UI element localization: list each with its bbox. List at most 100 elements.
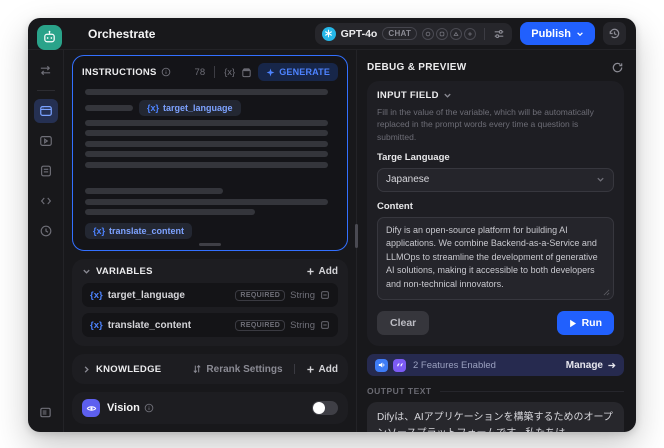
content-textarea[interactable]: Dify is an open-source platform for buil… xyxy=(377,216,614,301)
variable-row[interactable]: {x} translate_content REQUIRED String xyxy=(82,313,338,337)
eye-icon xyxy=(82,399,100,417)
plus-icon xyxy=(306,268,314,275)
top-bar: Orchestrate GPT-4o CHAT Publish xyxy=(28,18,636,50)
sidebar-item-orchestrate[interactable] xyxy=(33,99,58,123)
chevron-down-icon xyxy=(577,31,583,36)
app-switcher-icon[interactable] xyxy=(34,58,58,82)
sidebar-item-history[interactable] xyxy=(34,219,58,243)
variable-settings-icon[interactable] xyxy=(320,320,330,330)
field-label: Targe Language xyxy=(377,151,450,163)
divider xyxy=(484,27,486,40)
knowledge-section: KNOWLEDGE Rerank Settings Add xyxy=(72,354,348,384)
copy-icon[interactable] xyxy=(241,67,252,78)
features-enabled-label: 2 Features Enabled xyxy=(413,359,496,371)
redacted-text-line xyxy=(85,119,328,126)
history-icon xyxy=(609,28,620,39)
version-history-button[interactable] xyxy=(603,22,626,45)
resize-corner-icon[interactable] xyxy=(603,289,610,296)
divider xyxy=(293,364,295,374)
vision-toggle[interactable] xyxy=(312,401,338,415)
variable-chip-label: target_language xyxy=(163,102,233,113)
manage-label: Manage xyxy=(565,359,603,371)
model-mode-badge: CHAT xyxy=(382,27,418,40)
sidebar-item-logs[interactable] xyxy=(34,159,58,183)
variable-type: String xyxy=(290,289,315,301)
variables-title: VARIABLES xyxy=(96,266,153,277)
rerank-settings-button[interactable]: Rerank Settings xyxy=(192,364,283,375)
add-knowledge-button[interactable]: Add xyxy=(306,364,338,375)
output-result-card: Difyは、AIアプリケーションを構築するためのオープンソースプラットフォームで… xyxy=(367,402,624,432)
redacted-text-line xyxy=(85,209,255,215)
redacted-text-line xyxy=(85,89,328,95)
app-window: Orchestrate GPT-4o CHAT Publish INSTRUCT… xyxy=(28,18,636,432)
info-icon xyxy=(161,67,170,77)
output-text-title: OUTPUT TEXT xyxy=(367,386,432,397)
model-capability-icons xyxy=(422,27,477,40)
variable-chip[interactable]: {x} target_language xyxy=(139,99,241,116)
redacted-text-line xyxy=(85,188,223,194)
manage-features-button[interactable]: Manage xyxy=(566,360,616,371)
play-icon xyxy=(569,319,576,328)
variable-token: {x} xyxy=(90,319,103,331)
variable-name: target_language xyxy=(107,289,185,301)
capability-icon xyxy=(450,27,463,40)
variable-row[interactable]: {x} target_language REQUIRED String xyxy=(82,283,338,307)
orchestrate-panel: INSTRUCTIONS 78 {x} GENERATE {x} target_… xyxy=(64,50,356,432)
panel-resize-handle[interactable] xyxy=(355,224,358,248)
variable-settings-icon[interactable] xyxy=(320,290,330,300)
field-label: Content xyxy=(377,200,413,212)
debug-preview-title: DEBUG & PREVIEW xyxy=(367,61,467,73)
variable-token: {x} xyxy=(93,226,106,236)
sparkle-icon xyxy=(266,67,275,77)
topbar-actions: GPT-4o CHAT Publish xyxy=(314,22,626,45)
model-params-icon[interactable] xyxy=(493,28,505,40)
chevron-down-icon[interactable] xyxy=(82,267,91,276)
chevron-down-icon xyxy=(597,178,604,183)
required-badge: REQUIRED xyxy=(235,289,286,301)
instructions-content: {x} target_language {x} translate_conten… xyxy=(73,85,347,239)
capability-icon xyxy=(464,27,477,40)
publish-label: Publish xyxy=(531,27,571,40)
rerank-icon xyxy=(193,364,201,374)
clear-button[interactable]: Clear xyxy=(377,311,430,336)
run-button[interactable]: Run xyxy=(556,311,614,336)
run-label: Run xyxy=(581,317,602,330)
publish-button[interactable]: Publish xyxy=(520,22,595,45)
variable-token: {x} xyxy=(147,102,160,113)
arrow-right-icon xyxy=(608,362,616,369)
resize-handle[interactable] xyxy=(199,243,221,246)
features-banner[interactable]: 2 Features Enabled Manage xyxy=(367,354,624,377)
capability-icon xyxy=(422,27,435,40)
redacted-text-line xyxy=(85,140,328,147)
add-label: Add xyxy=(318,266,338,277)
generate-button[interactable]: GENERATE xyxy=(258,63,338,81)
select-value: Japanese xyxy=(386,174,430,186)
divider xyxy=(439,390,624,392)
divider xyxy=(36,90,55,91)
add-label: Add xyxy=(318,363,338,375)
target-language-select[interactable]: Japanese xyxy=(377,167,614,192)
variable-type: String xyxy=(290,319,315,331)
variable-chip[interactable]: {x} translate_content xyxy=(85,223,193,239)
refresh-icon[interactable] xyxy=(611,61,624,74)
chevron-right-icon[interactable] xyxy=(82,365,91,374)
knowledge-title: KNOWLEDGE xyxy=(96,363,162,375)
instructions-title: INSTRUCTIONS xyxy=(82,66,157,78)
output-text-header: OUTPUT TEXT xyxy=(367,386,624,396)
debug-preview-panel: DEBUG & PREVIEW INPUT FIELD Fill in the … xyxy=(357,50,636,432)
speech-feature-icon xyxy=(375,358,388,372)
collapse-panel-icon[interactable] xyxy=(34,400,58,424)
token-count: 78 xyxy=(194,66,206,78)
add-variable-button[interactable]: Add xyxy=(306,266,338,277)
instructions-editor[interactable]: INSTRUCTIONS 78 {x} GENERATE {x} target_… xyxy=(72,55,348,251)
clear-label: Clear xyxy=(390,317,417,330)
input-field-header[interactable]: INPUT FIELD xyxy=(377,90,614,101)
required-badge: REQUIRED xyxy=(235,319,286,331)
openai-logo-icon xyxy=(321,26,336,41)
sidebar-item-api[interactable] xyxy=(34,189,58,213)
sidebar-item-preview[interactable] xyxy=(34,129,58,153)
app-robot-icon[interactable] xyxy=(37,25,62,50)
vision-title: Vision xyxy=(107,402,140,414)
insert-variable-button[interactable]: {x} xyxy=(224,67,235,78)
model-selector[interactable]: GPT-4o CHAT xyxy=(314,22,513,45)
